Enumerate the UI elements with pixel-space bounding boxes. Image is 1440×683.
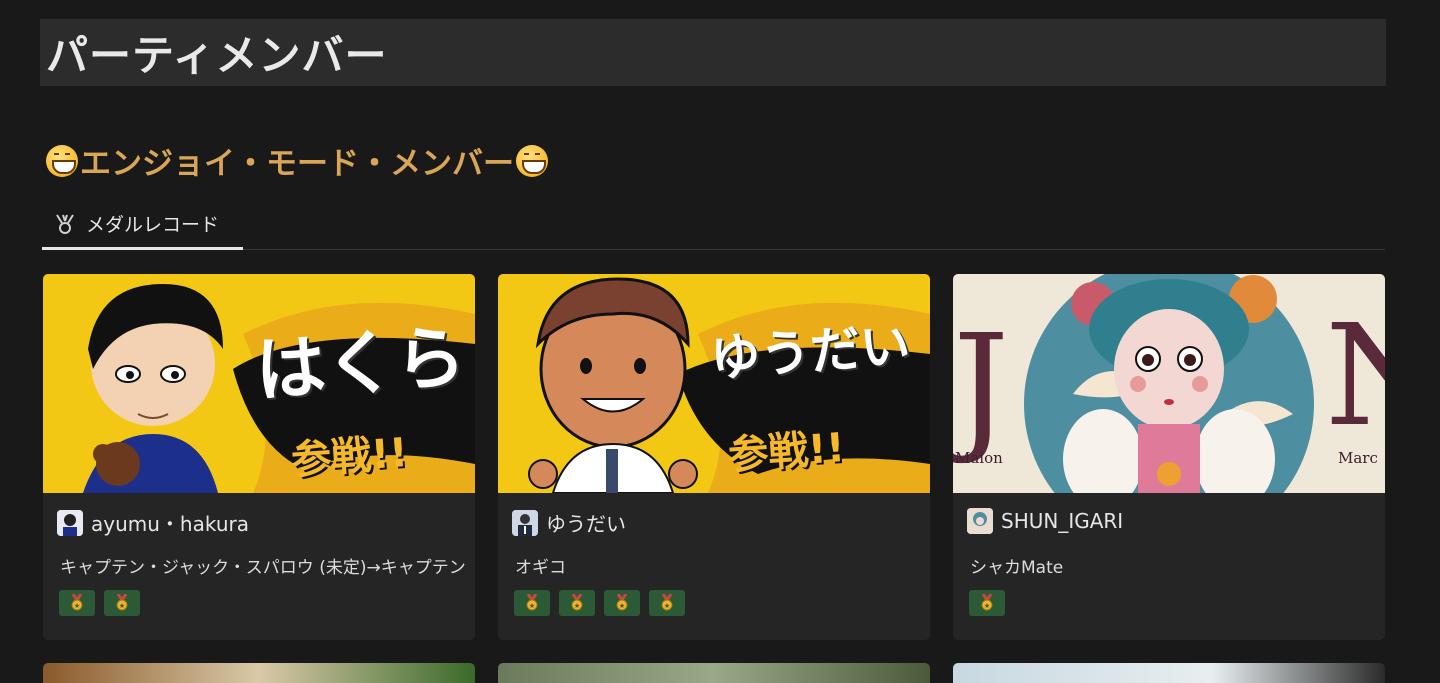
grinning-face-icon — [46, 144, 78, 177]
cover-right-label: Marc — [1338, 449, 1378, 467]
svg-text:★: ★ — [119, 602, 125, 610]
section-heading-text: エンジョイ・モード・メンバー — [80, 146, 514, 182]
member-card[interactable]: ゆうだい 参戦!! ゆうだい オギコ ★ ★ ★ ★ — [498, 274, 930, 640]
medal-icon: ★ — [104, 590, 140, 616]
member-card[interactable] — [953, 663, 1385, 683]
svg-text:★: ★ — [984, 602, 990, 610]
medal-icon: ★ — [59, 590, 95, 616]
svg-text:★: ★ — [74, 602, 80, 610]
member-name: SHUN_IGARI — [1001, 509, 1124, 533]
tab-medal-record[interactable]: メダルレコード — [42, 200, 243, 250]
view-tabs: メダルレコード — [42, 200, 1385, 250]
member-name: ゆうだい — [546, 512, 626, 536]
grinning-face-icon — [516, 144, 548, 177]
member-card[interactable]: J N Maion Marc SHUN_IGARI シャカMate ★ — [953, 274, 1385, 640]
card-cover-image: はくら 参戦!! — [43, 274, 475, 493]
medal-icon: ★ — [514, 590, 550, 616]
member-name: ayumu・hakura — [91, 512, 249, 536]
cover-left-label: Maion — [955, 449, 1003, 467]
svg-text:★: ★ — [574, 602, 580, 610]
member-role: シャカMate — [970, 558, 1064, 578]
medal-icon: ★ — [604, 590, 640, 616]
card-cover-image: ゆうだい 参戦!! — [498, 274, 930, 493]
avatar — [512, 509, 538, 536]
svg-text:J: J — [953, 305, 1009, 468]
tab-label: メダルレコード — [86, 214, 220, 236]
medal-icon: ★ — [649, 590, 685, 616]
page-title: パーティメンバー — [46, 31, 388, 80]
member-role: オギコ — [515, 558, 566, 578]
cover-title-text: ゆうだい — [708, 316, 913, 388]
svg-text:★: ★ — [664, 602, 670, 610]
medal-icon: ★ — [559, 590, 595, 616]
svg-text:N: N — [1325, 295, 1385, 458]
card-title: SHUN_IGARI — [967, 508, 1123, 534]
medal-list: ★ ★ — [59, 590, 140, 616]
medal-list: ★ — [969, 590, 1005, 616]
member-card[interactable]: はくら 参戦!! ayumu・hakura キャプテン・ジャック・スパロウ (未… — [43, 274, 475, 640]
medal-record-icon — [54, 213, 76, 235]
member-card[interactable] — [43, 663, 475, 683]
cover-title-text: はくら — [252, 315, 468, 413]
medal-icon: ★ — [969, 590, 1005, 616]
section-heading: エンジョイ・モード・メンバー — [44, 138, 550, 183]
cover-sub-text: 参戦!! — [726, 424, 847, 479]
avatar — [57, 509, 83, 536]
member-role: キャプテン・ジャック・スパロウ (未定)→キャプテン — [60, 558, 466, 578]
page-title-bar: パーティメンバー — [40, 19, 1386, 86]
medal-list: ★ ★ ★ ★ — [514, 590, 685, 616]
card-cover-image: J N Maion Marc — [953, 274, 1385, 493]
avatar — [967, 508, 993, 534]
member-card[interactable] — [498, 663, 930, 683]
card-title: ayumu・hakura — [57, 508, 249, 537]
cover-sub-text: 参戦!! — [289, 429, 410, 484]
svg-text:★: ★ — [619, 602, 625, 610]
card-title: ゆうだい — [512, 508, 626, 537]
svg-text:★: ★ — [529, 602, 535, 610]
